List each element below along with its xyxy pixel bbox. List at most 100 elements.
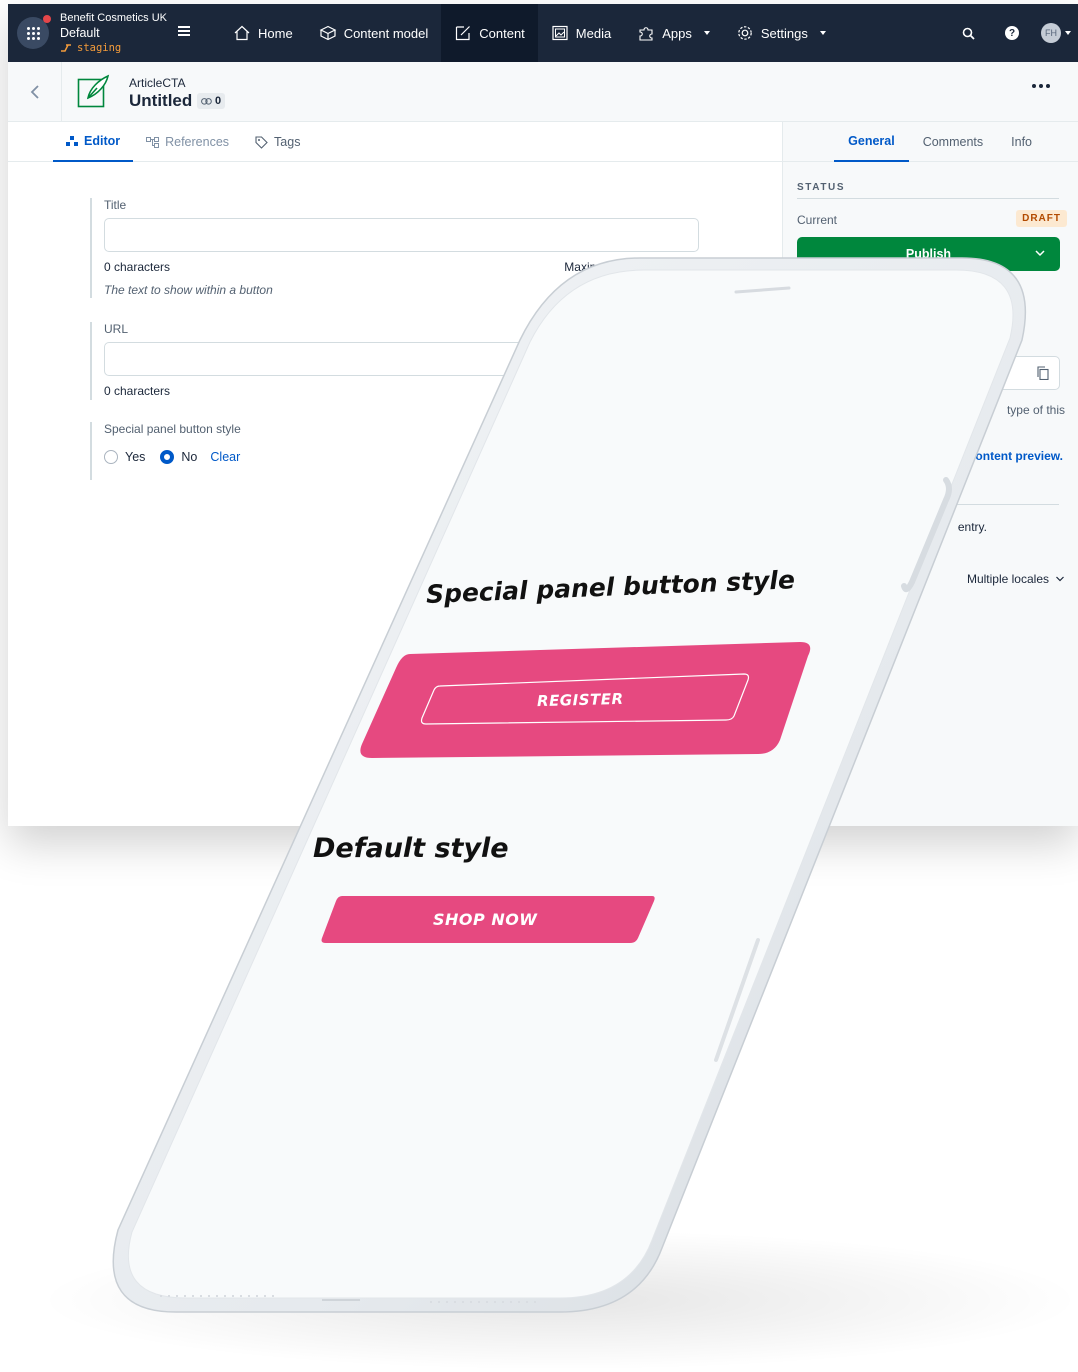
branch-icon — [61, 44, 71, 52]
chevron-down-icon[interactable] — [1034, 247, 1046, 259]
notification-dot — [43, 15, 51, 23]
chevron-down-icon — [819, 31, 826, 35]
status-heading: STATUS — [797, 182, 846, 193]
default-style-heading: Default style — [313, 833, 509, 864]
clear-link[interactable]: Clear — [210, 450, 240, 464]
title-field: Title 0 characters Maximum 256 character… — [90, 198, 699, 298]
entry-type-icon — [77, 74, 110, 108]
url-field-label: URL — [104, 322, 129, 336]
tab-tags-label: Tags — [274, 135, 301, 149]
hamburger-icon[interactable] — [178, 26, 190, 36]
settings-icon — [738, 26, 752, 40]
chevron-left-icon — [30, 85, 39, 99]
media-icon — [552, 25, 568, 41]
sidebar-entry-text: entry. — [957, 520, 987, 534]
environment-label: staging — [60, 41, 167, 54]
tab-references-label: References — [165, 135, 230, 149]
content-preview-link[interactable]: ontent preview. — [975, 449, 1063, 463]
chevron-down-icon — [703, 31, 710, 35]
tab-references[interactable]: References — [133, 122, 242, 162]
tag-icon — [255, 135, 268, 149]
current-status-label: Current — [797, 213, 838, 227]
divider — [797, 504, 1059, 505]
locales-label: Multiple locales — [966, 572, 1049, 586]
nav-utilities: ? FH — [946, 4, 1078, 62]
nav-home-label: Home — [258, 25, 293, 41]
nav-settings[interactable]: Settings — [723, 4, 839, 62]
top-navigation: Benefit Cosmetics UK Default staging Hom… — [8, 4, 1078, 62]
entry-content-type: ArticleCTA — [129, 76, 186, 90]
nav-media[interactable]: Media — [538, 4, 624, 62]
tab-info[interactable]: Info — [997, 122, 1046, 162]
nav-content-label: Content — [479, 25, 525, 41]
nav-media-label: Media — [575, 25, 612, 41]
environment-name: staging — [77, 41, 122, 54]
publish-label: Publish — [905, 247, 952, 261]
tab-tags[interactable]: Tags — [242, 122, 313, 162]
special-panel-field: Special panel button style Yes No Clear — [90, 422, 241, 480]
organization-name: Benefit Cosmetics UK — [60, 12, 167, 24]
url-input[interactable] — [104, 342, 699, 376]
special-panel-field-label: Special panel button style — [104, 422, 241, 436]
tab-editor[interactable]: Editor — [53, 122, 134, 162]
url-char-count: 0 characters — [104, 384, 171, 398]
publish-button[interactable]: Publish — [797, 237, 1060, 271]
radio-yes-label: Yes — [125, 450, 146, 464]
divider — [797, 198, 1059, 199]
help-button[interactable]: ? — [990, 26, 1034, 40]
space-name: Default — [60, 26, 100, 40]
entry-id-field[interactable] — [993, 356, 1060, 390]
shop-now-button-label: SHOP NOW — [433, 910, 538, 929]
locales-dropdown[interactable]: Multiple locales — [967, 572, 1065, 586]
editor-icon — [66, 136, 78, 146]
radio-no[interactable] — [160, 450, 175, 464]
space-switcher[interactable]: Benefit Cosmetics UK Default staging — [8, 4, 200, 62]
special-panel-radio-group: Yes No Clear — [104, 450, 241, 464]
url-field: URL 0 characters — [90, 322, 699, 400]
entry-title: Untitled — [129, 91, 193, 110]
home-icon — [234, 25, 250, 41]
help-icon: ? — [1005, 26, 1019, 40]
nav-content-model[interactable]: Content model — [306, 4, 442, 62]
nav-settings-label: Settings — [760, 25, 808, 41]
nav-content-model-label: Content model — [343, 25, 429, 41]
entry-sidebar: General Comments Info STATUS Current DRA… — [782, 122, 1078, 826]
nav-apps-label: Apps — [662, 25, 692, 41]
title-input[interactable] — [104, 218, 699, 252]
title-char-count: 0 characters — [104, 260, 171, 274]
nav-home[interactable]: Home — [220, 4, 306, 62]
app-switcher-button[interactable] — [17, 15, 51, 49]
entry-header: ArticleCTA Untitled 0 — [8, 62, 1078, 122]
status-badge: DRAFT — [1016, 210, 1067, 227]
grid-icon — [26, 26, 40, 40]
more-actions-button[interactable] — [1032, 84, 1050, 88]
sidebar-description-text: type of this — [1006, 403, 1065, 417]
chevron-down-icon — [1065, 31, 1071, 35]
title-help-text: The text to show within a button — [104, 283, 273, 297]
tab-general[interactable]: General — [834, 122, 909, 162]
editor-tabs: Editor References Tags — [8, 122, 782, 162]
tab-editor-label: Editor — [84, 134, 121, 148]
chevron-down-icon — [1056, 576, 1064, 582]
apps-icon — [639, 27, 653, 41]
nav-content[interactable]: Content — [441, 4, 538, 62]
back-button[interactable] — [8, 62, 62, 122]
references-count: 0 — [215, 95, 222, 107]
references-chip[interactable]: 0 — [197, 93, 226, 109]
search-button[interactable] — [946, 27, 990, 40]
main-nav: Home Content model Content Media Apps Se… — [220, 4, 839, 62]
references-icon — [146, 136, 160, 148]
sidebar-tabs: General Comments Info — [783, 122, 1078, 162]
radio-yes[interactable] — [104, 450, 118, 464]
tab-comments[interactable]: Comments — [909, 122, 997, 162]
link-icon — [201, 97, 212, 105]
content-icon — [456, 26, 471, 41]
copy-icon[interactable] — [1037, 366, 1049, 380]
nav-apps[interactable]: Apps — [624, 4, 723, 62]
content-model-icon — [319, 25, 337, 41]
title-max-length: Maximum 256 characters — [564, 260, 699, 274]
title-field-label: Title — [104, 198, 127, 212]
shop-now-button-shape — [321, 896, 655, 943]
avatar: FH — [1041, 23, 1061, 43]
account-menu[interactable]: FH — [1034, 23, 1078, 43]
